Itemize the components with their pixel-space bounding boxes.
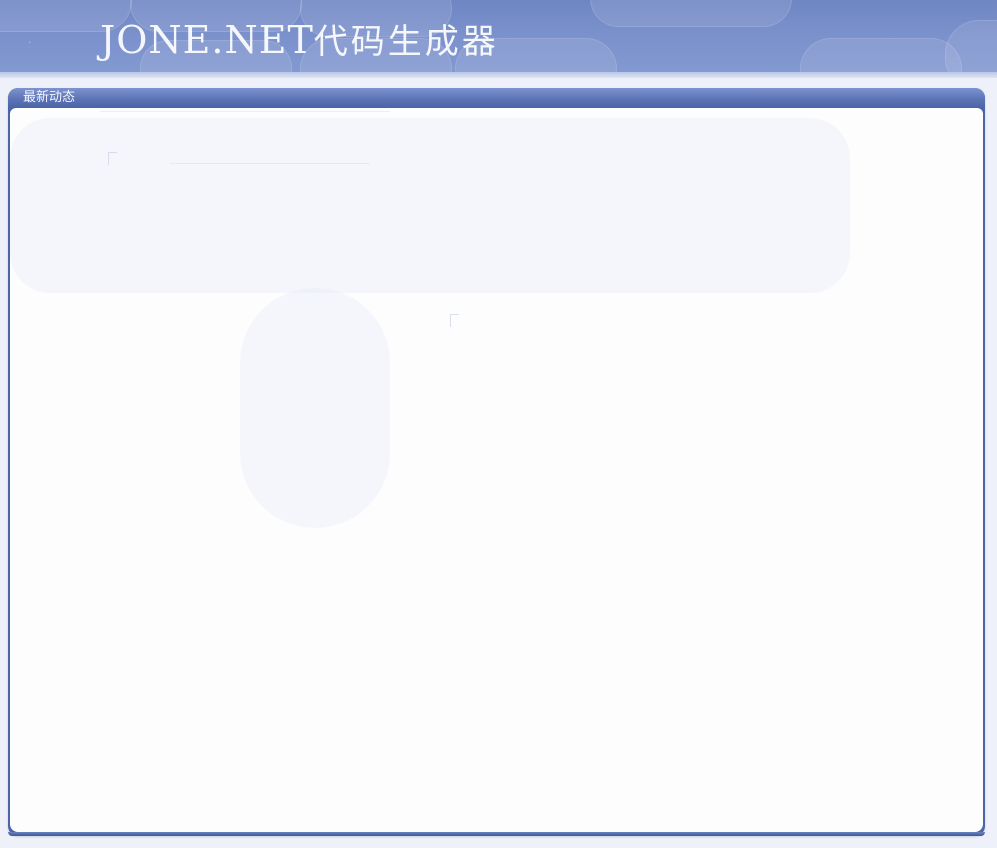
news-panel-header: 最新动态 [8,88,985,108]
app-title-latin: JONE.NET [100,18,314,62]
divider [100,111,390,112]
app-window: · JONE.NET代码生成器 最新动态 [0,0,997,848]
banner-decoration [590,0,792,27]
divider [170,163,370,164]
corner-mark-icon [450,314,459,327]
news-panel-body [10,108,983,832]
news-panel-title: 最新动态 [23,90,76,105]
news-panel: 最新动态 [8,88,985,836]
background-watermark [10,118,850,293]
background-watermark [240,288,390,528]
news-panel-footer [8,832,985,836]
banner-decoration [800,38,962,76]
banner-dot-icon: · [28,38,32,49]
app-title-chinese: 代码生成器 [313,22,499,62]
header-banner: · JONE.NET代码生成器 [0,0,997,76]
app-title: JONE.NET代码生成器 [100,14,499,68]
corner-mark-icon [108,152,117,165]
banner-divider [0,72,997,78]
banner-decoration [945,20,997,76]
